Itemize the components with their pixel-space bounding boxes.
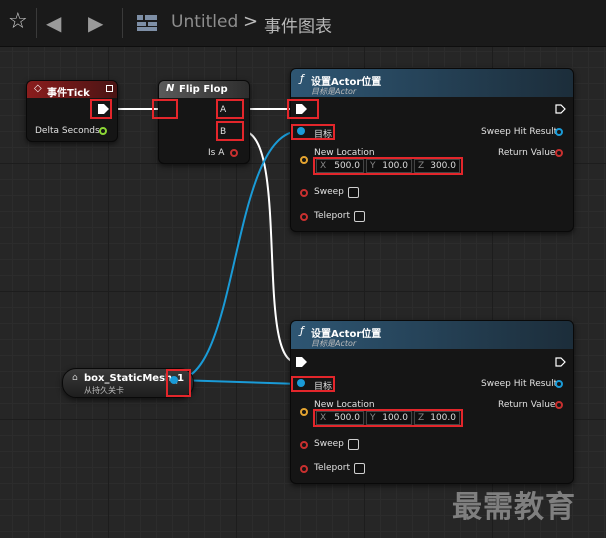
location-x-field[interactable]: X 500.0 [316, 411, 364, 425]
new-location-pin[interactable] [300, 408, 308, 416]
node-subtitle: 目标是Actor [311, 339, 357, 348]
exec-wire [241, 130, 297, 363]
object-wire [175, 379, 301, 385]
node-subtitle: 从持久关卡 [84, 386, 124, 395]
node-title: Flip Flop [179, 84, 228, 95]
node-title: 事件Tick [47, 88, 90, 99]
pin-label-return: Return Value [498, 148, 556, 158]
exec-out-pin[interactable] [555, 357, 567, 368]
pin-label-teleport: Teleport [314, 463, 350, 473]
highlight-box [216, 121, 244, 141]
teleport-pin[interactable] [300, 465, 308, 473]
function-icon: ƒ [300, 72, 304, 85]
watermark: 最需教育 [452, 490, 576, 525]
highlight-box [216, 99, 244, 119]
highlight-box [291, 124, 335, 140]
sweep-pin[interactable] [300, 441, 308, 449]
pin-label-return: Return Value [498, 400, 556, 410]
location-z-field[interactable]: Z 100.0 [414, 411, 460, 425]
sweep-checkbox[interactable] [348, 439, 359, 450]
pin-label-sweep-hit: Sweep Hit Result [481, 379, 558, 389]
sweep-pin[interactable] [300, 189, 308, 197]
highlight-box [152, 99, 178, 119]
pin-label-sweep: Sweep [314, 439, 344, 449]
set-actor-location-node-2[interactable]: ƒ 设置Actor位置 目标是Actor 目标 Sweep Hit Result… [290, 320, 574, 484]
exec-in-pin[interactable] [296, 357, 308, 368]
pin-label-is-a: Is A [208, 148, 225, 158]
macro-icon: N [166, 83, 175, 94]
mesh-icon: ⌂ [72, 373, 78, 383]
pin-label: Delta Seconds [35, 126, 100, 136]
return-value-pin[interactable] [555, 149, 563, 157]
pin-label-sweep-hit: Sweep Hit Result [481, 127, 558, 137]
highlight-box [287, 99, 319, 119]
sweep-hit-pin[interactable] [555, 128, 563, 136]
highlight-box [291, 376, 335, 392]
pin-label-sweep: Sweep [314, 187, 344, 197]
highlight-box [90, 99, 112, 119]
teleport-checkbox[interactable] [354, 463, 365, 474]
sweep-checkbox[interactable] [348, 187, 359, 198]
highlight-box [166, 369, 191, 397]
delta-seconds-pin[interactable] [99, 127, 107, 135]
location-z-field[interactable]: Z 300.0 [414, 159, 460, 173]
location-y-field[interactable]: Y 100.0 [366, 411, 412, 425]
is-a-pin[interactable] [230, 149, 238, 157]
pin-label-teleport: Teleport [314, 211, 350, 221]
event-diamond-icon: ◇ [34, 83, 42, 94]
new-location-pin[interactable] [300, 156, 308, 164]
stop-square-icon [106, 85, 113, 92]
location-y-field[interactable]: Y 100.0 [366, 159, 412, 173]
return-value-pin[interactable] [555, 401, 563, 409]
location-x-field[interactable]: X 500.0 [316, 159, 364, 173]
teleport-checkbox[interactable] [354, 211, 365, 222]
teleport-pin[interactable] [300, 213, 308, 221]
node-subtitle: 目标是Actor [311, 87, 357, 96]
set-actor-location-node-1[interactable]: ƒ 设置Actor位置 目标是Actor 目标 Sweep Hit Result… [290, 68, 574, 232]
function-icon: ƒ [300, 324, 304, 337]
exec-out-pin[interactable] [555, 104, 567, 115]
sweep-hit-pin[interactable] [555, 380, 563, 388]
